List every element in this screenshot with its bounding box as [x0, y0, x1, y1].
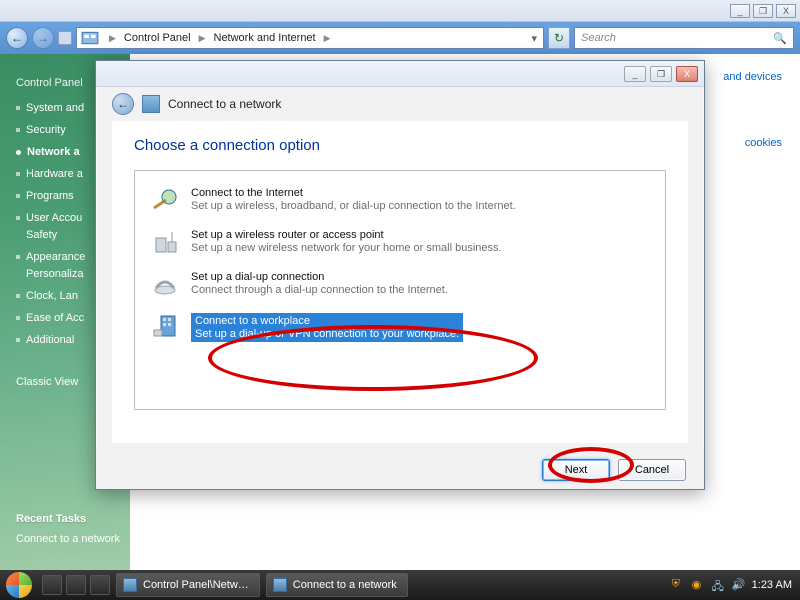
quicklaunch-button[interactable]: [66, 575, 86, 595]
tray-icon[interactable]: ◉: [692, 578, 706, 592]
dialog-back-button[interactable]: ←: [112, 93, 134, 115]
recent-tasks-heading: Recent Tasks: [16, 513, 130, 531]
system-tray: ⛨ ◉ 🖧 🔊 1:23 AM: [672, 578, 800, 592]
clock[interactable]: 1:23 AM: [752, 579, 792, 591]
cancel-button[interactable]: Cancel: [618, 459, 686, 481]
taskbar-button-label: Connect to a network: [293, 579, 397, 591]
search-icon: 🔍: [773, 32, 787, 45]
option-title: Set up a dial-up connection: [191, 271, 448, 283]
option-workplace-selected[interactable]: Connect to a workplace Set up a dial-up …: [149, 309, 651, 354]
control-panel-icon: [81, 29, 99, 47]
option-title: Set up a wireless router or access point: [191, 229, 502, 241]
window-icon: [273, 578, 287, 592]
options-list: Connect to the Internet Set up a wireles…: [134, 170, 666, 410]
option-subtitle: Set up a wireless, broadband, or dial-up…: [191, 200, 516, 212]
search-input[interactable]: Search 🔍: [574, 27, 794, 49]
building-icon: [151, 313, 179, 339]
explorer-titlebar: _ ❐ X: [0, 0, 800, 22]
breadcrumb-sep: ▶: [318, 33, 337, 44]
breadcrumb-item[interactable]: Control Panel: [122, 32, 193, 44]
globe-icon: [151, 187, 179, 213]
recent-pages-button[interactable]: [58, 31, 72, 45]
breadcrumb-item[interactable]: Network and Internet: [212, 32, 318, 44]
search-placeholder: Search: [581, 32, 616, 44]
dialog-body: Choose a connection option Connect to th…: [112, 121, 688, 443]
dropdown-icon[interactable]: ▾: [531, 32, 543, 45]
forward-button[interactable]: →: [32, 27, 54, 49]
start-button[interactable]: [0, 570, 38, 600]
phone-icon: [151, 271, 179, 297]
tray-network-icon[interactable]: 🖧: [712, 578, 726, 592]
taskbar: Control Panel\Netw… Connect to a network…: [0, 570, 800, 600]
recent-task-link[interactable]: Connect to a network: [16, 531, 130, 550]
option-subtitle: Set up a new wireless network for your h…: [191, 242, 502, 254]
dialog-header: ← Connect to a network: [96, 87, 704, 121]
back-button[interactable]: ←: [6, 27, 28, 49]
router-icon: [151, 229, 179, 255]
minimize-button[interactable]: _: [730, 4, 750, 18]
taskbar-button-connect[interactable]: Connect to a network: [266, 573, 408, 597]
next-button[interactable]: Next: [542, 459, 610, 481]
quicklaunch-button[interactable]: [90, 575, 110, 595]
breadcrumb[interactable]: ▶ Control Panel ▶ Network and Internet ▶…: [76, 27, 544, 49]
link-cookies[interactable]: cookies: [745, 137, 782, 149]
option-dialup[interactable]: Set up a dial-up connection Connect thro…: [149, 267, 651, 309]
breadcrumb-sep: ▶: [193, 33, 212, 44]
option-subtitle: Set up a dial-up or VPN connection to yo…: [195, 328, 459, 340]
connect-network-dialog: _ ❐ X ← Connect to a network Choose a co…: [95, 60, 705, 490]
taskbar-button-label: Control Panel\Netw…: [143, 579, 249, 591]
link-devices[interactable]: and devices: [723, 71, 782, 83]
dialog-minimize-button[interactable]: _: [624, 66, 646, 82]
address-bar: ← → ▶ Control Panel ▶ Network and Intern…: [0, 22, 800, 54]
dialog-heading: Choose a connection option: [134, 137, 666, 154]
window-icon: [123, 578, 137, 592]
tray-shield-icon[interactable]: ⛨: [672, 578, 686, 592]
option-title: Connect to a workplace: [195, 315, 459, 327]
tray-volume-icon[interactable]: 🔊: [732, 578, 746, 592]
taskbar-button-controlpanel[interactable]: Control Panel\Netw…: [116, 573, 260, 597]
dialog-titlebar: _ ❐ X: [96, 61, 704, 87]
option-title: Connect to the Internet: [191, 187, 516, 199]
dialog-title: Connect to a network: [168, 97, 281, 111]
maximize-button[interactable]: ❐: [753, 4, 773, 18]
option-connect-internet[interactable]: Connect to the Internet Set up a wireles…: [149, 183, 651, 225]
dialog-footer: Next Cancel: [96, 451, 704, 489]
dialog-maximize-button[interactable]: ❐: [650, 66, 672, 82]
close-button[interactable]: X: [776, 4, 796, 18]
option-subtitle: Connect through a dial-up connection to …: [191, 284, 448, 296]
dialog-close-button[interactable]: X: [676, 66, 698, 82]
refresh-button[interactable]: ↻: [548, 27, 570, 49]
network-icon: [142, 95, 160, 113]
quicklaunch-button[interactable]: [42, 575, 62, 595]
breadcrumb-sep: ▶: [103, 33, 122, 44]
option-wireless-router[interactable]: Set up a wireless router or access point…: [149, 225, 651, 267]
right-links: and devices cookies: [723, 66, 782, 154]
